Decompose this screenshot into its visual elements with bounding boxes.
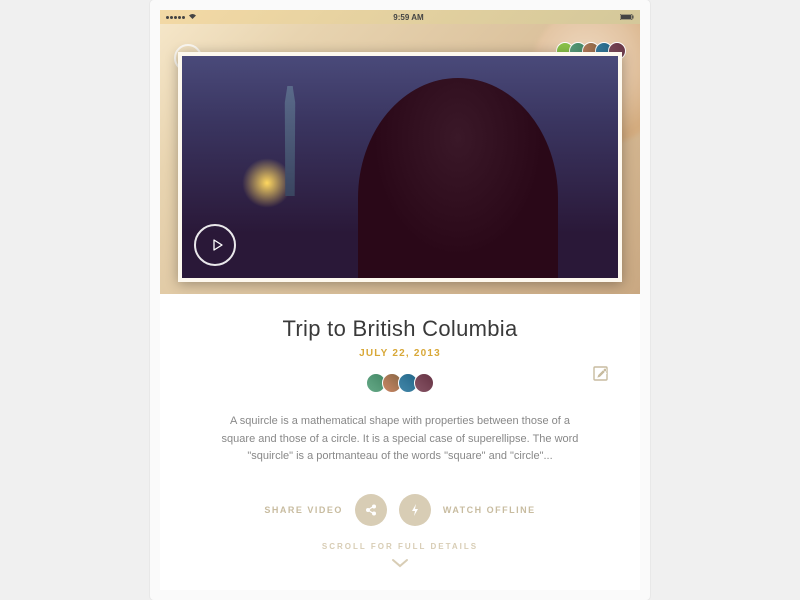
edit-button[interactable] [592,366,610,384]
participant-avatars[interactable] [190,373,610,393]
signal-icon [166,16,185,19]
hero-photo[interactable] [178,52,622,282]
watch-offline-button[interactable]: WATCH OFFLINE [443,505,536,515]
edit-icon [593,366,609,382]
post-title: Trip to British Columbia [190,316,610,342]
tablet-frame: 9:59 AM Trip to British Columb [150,0,650,600]
scroll-hint-label: SCROLL FOR FULL DETAILS [190,542,610,551]
play-button[interactable] [194,224,236,266]
share-video-button[interactable]: SHARE VIDEO [264,505,343,515]
photo-silhouette [358,78,558,278]
bolt-icon [409,503,421,517]
wifi-icon [188,13,197,22]
chevron-down-icon[interactable] [190,555,610,573]
status-bar: 9:59 AM [160,10,640,24]
status-time: 9:59 AM [393,13,423,22]
post-description: A squircle is a mathematical shape with … [190,413,610,466]
battery-icon [620,13,634,22]
share-button[interactable] [355,494,387,526]
photo-light [242,158,292,208]
hero-area [160,24,640,294]
content-area: Trip to British Columbia JULY 22, 2013 A… [160,294,640,573]
share-icon [364,503,378,517]
post-date: JULY 22, 2013 [190,348,610,359]
avatar[interactable] [414,373,434,393]
play-icon [210,238,224,252]
action-row: SHARE VIDEO WATCH OFFLINE [190,494,610,526]
download-button[interactable] [399,494,431,526]
